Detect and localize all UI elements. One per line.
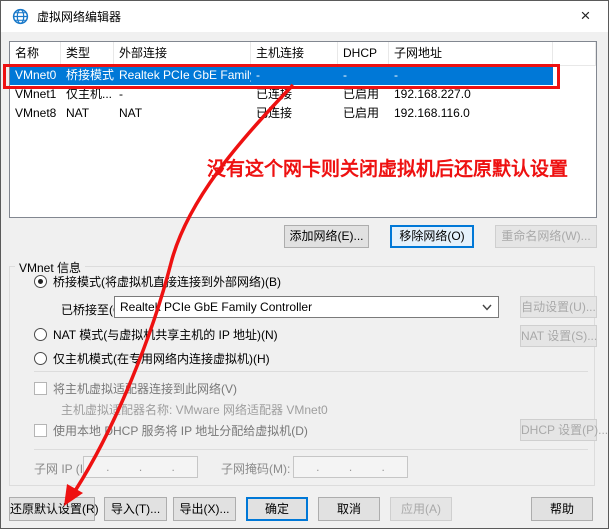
chevron-down-icon	[482, 304, 492, 311]
import-button[interactable]: 导入(T)...	[104, 497, 167, 521]
connect-adapter-label: 将主机虚拟适配器连接到此网络(V)	[53, 380, 237, 397]
checkbox-icon	[34, 382, 47, 395]
cell-subnet: 192.168.116.0	[389, 104, 553, 123]
dhcp-checkbox-label: 使用本地 DHCP 服务将 IP 地址分配给虚拟机(D)	[53, 422, 308, 439]
cell-dhcp: -	[338, 66, 389, 85]
cell-type: NAT	[61, 104, 114, 123]
cell-host: 已连接	[251, 104, 338, 123]
network-row-vmnet0[interactable]: VMnet0 桥接模式 Realtek PCIe GbE Family Co..…	[10, 66, 553, 85]
divider	[34, 449, 588, 450]
cancel-button[interactable]: 取消	[318, 497, 380, 521]
rename-network-button[interactable]: 重命名网络(W)...	[495, 225, 597, 248]
virtual-network-editor-window: 虚拟网络编辑器 × 名称 类型 外部连接 主机连接 DHCP 子网地址 VMne…	[0, 0, 609, 529]
cell-external: -	[114, 85, 251, 104]
header-cell-dhcp: DHCP	[338, 42, 389, 66]
cell-dhcp: 已启用	[338, 85, 389, 104]
header-cell-type: 类型	[61, 42, 114, 66]
bridged-adapter-select[interactable]: Realtek PCIe GbE Family Controller	[114, 296, 499, 318]
export-button[interactable]: 导出(X)...	[173, 497, 236, 521]
auto-settings-button[interactable]: 自动设置(U)...	[520, 296, 597, 318]
network-row-vmnet1[interactable]: VMnet1 仅主机... - 已连接 已启用 192.168.227.0	[10, 85, 553, 104]
header-cell-filler	[553, 42, 596, 66]
remove-network-button[interactable]: 移除网络(O)	[390, 225, 474, 248]
cell-type: 仅主机...	[61, 85, 114, 104]
divider	[34, 371, 588, 372]
bridged-adapter-value: Realtek PCIe GbE Family Controller	[120, 300, 312, 314]
host-only-radio-label: 仅主机模式(在专用网络内连接虚拟机)(H)	[53, 350, 270, 367]
apply-button[interactable]: 应用(A)	[390, 497, 452, 521]
network-row-vmnet8[interactable]: VMnet8 NAT NAT 已连接 已启用 192.168.116.0	[10, 104, 553, 123]
dhcp-settings-button[interactable]: DHCP 设置(P)...	[520, 419, 597, 441]
cell-external: Realtek PCIe GbE Family Co...	[114, 66, 251, 85]
nat-settings-button[interactable]: NAT 设置(S)...	[520, 325, 597, 347]
window-title: 虚拟网络编辑器	[37, 8, 121, 25]
cell-dhcp: 已启用	[338, 104, 389, 123]
bridged-radio-label: 桥接模式(将虚拟机直接连接到外部网络)(B)	[53, 273, 281, 290]
subnet-ip-input[interactable]: . . .	[83, 456, 198, 478]
help-button[interactable]: 帮助	[531, 497, 593, 521]
close-button[interactable]: ×	[563, 1, 608, 31]
cell-host: -	[251, 66, 338, 85]
cell-external: NAT	[114, 104, 251, 123]
radio-on-icon	[34, 275, 47, 288]
host-only-mode-radio[interactable]: 仅主机模式(在专用网络内连接虚拟机)(H)	[34, 350, 270, 367]
cell-host: 已连接	[251, 85, 338, 104]
network-list[interactable]: 名称 类型 外部连接 主机连接 DHCP 子网地址 VMnet0 桥接模式 Re…	[9, 41, 597, 218]
subnet-ip-label: 子网 IP (I):	[34, 460, 90, 477]
bridged-mode-radio[interactable]: 桥接模式(将虚拟机直接连接到外部网络)(B)	[34, 273, 281, 290]
checkbox-icon	[34, 424, 47, 437]
cell-name: VMnet1	[10, 85, 61, 104]
local-dhcp-checkbox[interactable]: 使用本地 DHCP 服务将 IP 地址分配给虚拟机(D)	[34, 422, 308, 439]
nat-mode-radio[interactable]: NAT 模式(与虚拟机共享主机的 IP 地址)(N)	[34, 326, 278, 343]
radio-off-icon	[34, 328, 47, 341]
header-cell-external: 外部连接	[114, 42, 251, 66]
close-icon: ×	[581, 6, 591, 26]
titlebar: 虚拟网络编辑器 ×	[1, 1, 608, 32]
cell-name: VMnet8	[10, 104, 61, 123]
subnet-mask-input[interactable]: . . .	[293, 456, 408, 478]
radio-off-icon	[34, 352, 47, 365]
cell-subnet: 192.168.227.0	[389, 85, 553, 104]
add-network-button[interactable]: 添加网络(E)...	[284, 225, 369, 248]
network-globe-icon	[12, 8, 29, 25]
cell-subnet: -	[389, 66, 553, 85]
cell-type: 桥接模式	[61, 66, 114, 85]
connect-host-adapter-checkbox[interactable]: 将主机虚拟适配器连接到此网络(V)	[34, 380, 237, 397]
ok-button[interactable]: 确定	[246, 497, 308, 521]
list-header: 名称 类型 外部连接 主机连接 DHCP 子网地址	[10, 42, 596, 66]
header-cell-host: 主机连接	[251, 42, 338, 66]
header-cell-name: 名称	[10, 42, 61, 66]
subnet-mask-label: 子网掩码(M):	[221, 460, 290, 477]
cell-name: VMnet0	[10, 66, 61, 85]
adapter-name-text: 主机虚拟适配器名称: VMware 网络适配器 VMnet0	[61, 401, 328, 418]
header-cell-subnet: 子网地址	[389, 42, 553, 66]
restore-defaults-button[interactable]: 还原默认设置(R)	[9, 497, 95, 521]
nat-radio-label: NAT 模式(与虚拟机共享主机的 IP 地址)(N)	[53, 326, 278, 343]
